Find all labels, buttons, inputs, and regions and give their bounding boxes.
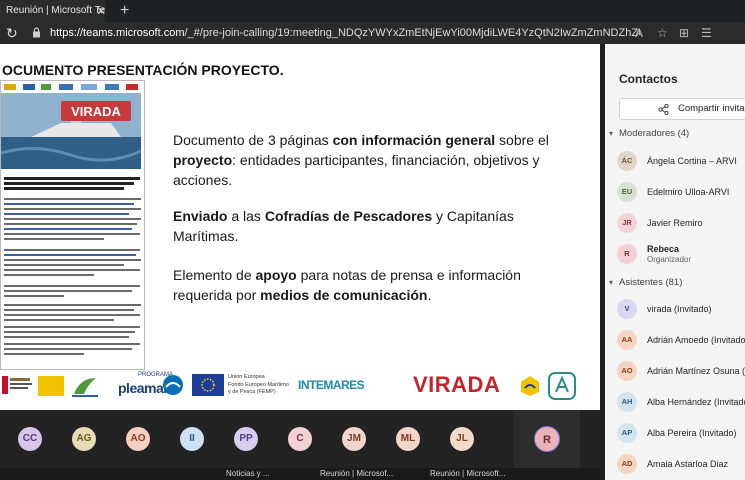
participant-avatar[interactable]: II <box>180 427 204 451</box>
participant-name: Alba Hernández (Invitado) <box>647 397 745 407</box>
participant-row[interactable]: AH Alba Hernández (Invitado) <box>617 389 745 415</box>
participant-name: Ángela Cortina – ARVI <box>647 156 737 166</box>
participants-panel: Contactos Compartir invitación ▾Moderado… <box>605 44 745 480</box>
address-bar-icons: A ☆ ⊞ ☰ <box>635 22 745 44</box>
virada-logo: VIRADA <box>413 372 501 397</box>
intemares-logo: INTEMARES <box>298 378 365 392</box>
participant-row[interactable]: AA Adrián Amoedo (Invitado) <box>617 327 745 353</box>
slide-paragraph-1: Documento de 3 páginas con información g… <box>173 132 549 188</box>
taskbar-item[interactable]: Noticias y ... <box>226 468 296 480</box>
participant-name: virada (Invitado) <box>647 304 712 314</box>
avatar: R <box>617 244 637 264</box>
taskbar: Noticias y ... Reunión | Microsof... Reu… <box>0 468 600 480</box>
participant-avatar[interactable]: AO <box>126 427 150 451</box>
avatar: AO <box>617 361 637 381</box>
participant-row[interactable]: R Rebeca Organizador <box>617 241 745 267</box>
participant-row[interactable]: AP Alba Pereira (Invitado) <box>617 420 745 446</box>
participant-name: Adrián Amoedo (Invitado) <box>647 335 745 345</box>
participant-avatar[interactable]: ML <box>396 427 420 451</box>
document-thumbnail: VIRADA <box>0 80 145 370</box>
participant-name: Amaia Astarloa Diaz <box>647 459 729 469</box>
share-invite-label: Compartir invitación <box>678 103 745 114</box>
chevron-down-icon: ▾ <box>609 278 614 287</box>
participant-role: Organizador <box>647 255 692 264</box>
new-tab-button[interactable]: + <box>120 0 129 22</box>
participant-row[interactable]: AO Adrián Martínez Osuna (Invitado) <box>617 358 745 384</box>
refresh-icon[interactable]: ↻ <box>6 22 18 44</box>
moderators-section-header[interactable]: ▾ Moderadores (4) <box>609 128 689 139</box>
slide-paragraph-3: Elemento de apoyo para notas de prensa e… <box>173 267 521 303</box>
share-invite-button[interactable]: Compartir invitación <box>619 98 745 120</box>
participant-gallery: CC AG AO II PP C JM ML JL R <box>0 410 600 468</box>
participant-row[interactable]: Vvirada (Invitado) <box>617 296 745 322</box>
favorite-icon[interactable]: ☆ <box>657 22 668 44</box>
participant-avatar[interactable]: JL <box>450 427 474 451</box>
url-field[interactable]: https://teams.microsoft.com/_#/pre-join-… <box>50 22 640 44</box>
read-aloud-icon[interactable]: A <box>635 22 643 44</box>
participant-avatar[interactable]: C <box>288 427 312 451</box>
participant-row[interactable]: JR Javier Remiro <box>617 210 745 236</box>
avatar: AD <box>617 454 637 474</box>
browser-tab[interactable]: Reunión | Microsoft Teams ✕ <box>0 0 105 22</box>
participant-row[interactable]: EU Edelmiro Ulloa-ARVI <box>617 179 745 205</box>
address-bar: ↻ https://teams.microsoft.com/_#/pre-joi… <box>0 22 745 44</box>
eu-femp-logo: Unión Europea Fondo Europeo Marítimo y d… <box>192 372 292 402</box>
arvi-logo <box>548 372 576 400</box>
avatar: AH <box>617 392 637 412</box>
participant-name: Javier Remiro <box>647 218 703 228</box>
taskbar-item[interactable]: Reunión | Microsof... <box>320 468 405 480</box>
taskbar-item[interactable]: Reunión | Microsoft... <box>430 468 515 480</box>
panel-title: Contactos <box>619 72 678 86</box>
lock-icon <box>33 27 40 38</box>
attendees-section-header[interactable]: ▾ Asistentes (81) <box>609 277 682 288</box>
avatar: AP <box>617 423 637 443</box>
thumbnail-image: VIRADA <box>1 93 141 169</box>
tab-title: Reunión | Microsoft Teams <box>6 5 105 16</box>
participant-avatar[interactable]: CC <box>18 427 42 451</box>
participant-name: Alba Pereira (Invitado) <box>647 428 737 438</box>
self-video-tile[interactable]: R <box>514 410 580 468</box>
thumbnail-logos <box>4 84 138 90</box>
self-avatar: R <box>534 426 560 452</box>
participant-avatar[interactable]: AG <box>72 427 96 451</box>
biodiversity-foundation-logo <box>72 378 98 397</box>
favorites-bar-icon[interactable]: ☰ <box>701 22 712 44</box>
slide-paragraph-2: Enviado a las Cofradías de Pescadores y … <box>173 208 514 244</box>
avatar: ÁC <box>617 151 637 171</box>
participant-row[interactable]: ÁC Ángela Cortina – ARVI <box>617 148 745 174</box>
close-icon[interactable]: ✕ <box>96 0 105 22</box>
participant-avatar[interactable]: JM <box>342 427 366 451</box>
slide-title: OCUMENTO PRESENTACIÓN PROYECTO. <box>2 62 284 78</box>
participant-avatar[interactable]: PP <box>234 427 258 451</box>
government-logo <box>2 376 64 396</box>
avatar: JR <box>617 213 637 233</box>
shared-screen: OCUMENTO PRESENTACIÓN PROYECTO. VIRADA D… <box>0 44 600 410</box>
chevron-down-icon: ▾ <box>609 129 614 138</box>
thumbnail-title: VIRADA <box>71 104 121 119</box>
participant-name: Rebeca <box>647 244 680 254</box>
sponsor-logos: PROGRAMA pleamar Unión Europea Fondo Eur… <box>0 366 600 406</box>
browser-tab-bar: Reunión | Microsoft Teams ✕ + <box>0 0 745 22</box>
cofradias-logo <box>521 376 539 396</box>
participant-row[interactable]: AD Amaia Astarloa Diaz <box>617 451 745 477</box>
avatar: V <box>617 299 637 319</box>
avatar: AA <box>617 330 637 350</box>
collections-icon[interactable]: ⊞ <box>679 22 689 44</box>
participant-name: Edelmiro Ulloa-ARVI <box>647 187 730 197</box>
share-icon <box>658 104 669 115</box>
pleamar-logo: PROGRAMA pleamar <box>118 372 184 402</box>
participant-name: Adrián Martínez Osuna (Invitado) <box>647 366 745 376</box>
avatar: EU <box>617 182 637 202</box>
